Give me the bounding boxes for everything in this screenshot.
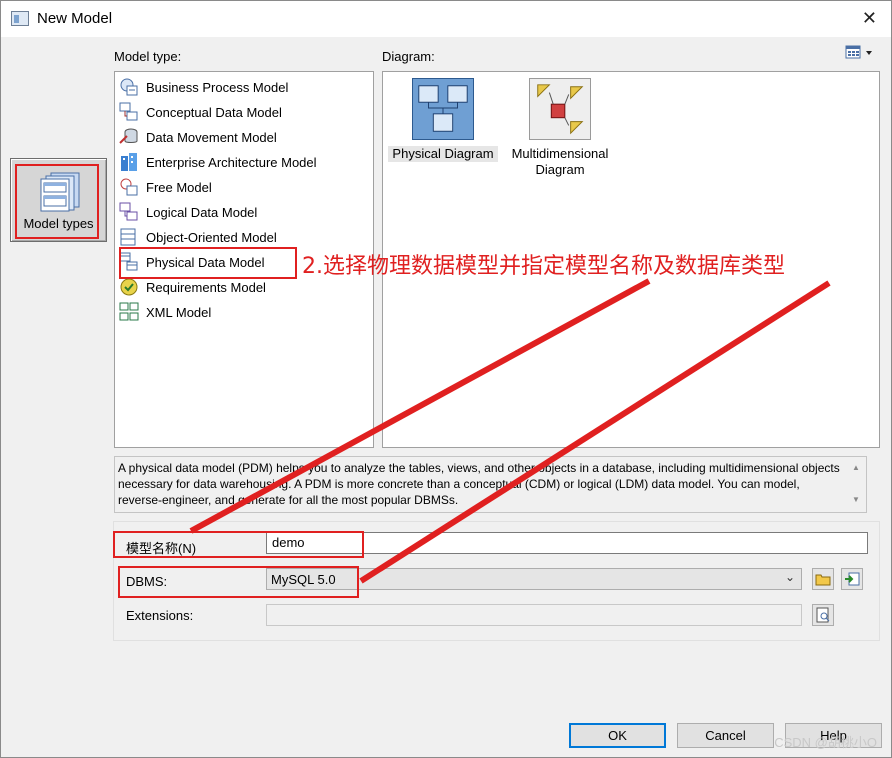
model-types-label: Model types [23,216,94,231]
folder-icon [815,574,831,586]
new-model-dialog: New Model ✕ Model types Model type: Diag… [0,0,892,758]
dbms-selected-value: MySQL 5.0 [271,572,336,587]
scroll-down-icon[interactable]: ▼ [852,492,860,508]
description-text: A physical data model (PDM) helps you to… [118,461,840,507]
chevron-down-icon: ⌄ [784,570,795,584]
model-types-sidebar-button[interactable]: Model types [10,158,107,242]
description-scrollbar[interactable]: ▲ ▼ [852,460,863,508]
oom-icon [120,228,136,246]
extensions-label: Extensions: [126,608,194,623]
cancel-button[interactable]: Cancel [677,723,774,748]
model-types-icon [40,172,80,212]
bpm-icon [120,78,138,96]
free-model-icon [120,178,138,196]
model-type-heading: Model type: [114,49,182,64]
model-item-xml[interactable]: XML Model [119,300,369,324]
extensions-field[interactable] [266,604,802,626]
model-description: A physical data model (PDM) helps you to… [114,456,867,513]
view-mode-dropdown[interactable] [845,45,879,61]
select-file-icon [816,607,830,623]
title-bar: New Model ✕ [1,1,891,37]
diagram-label-physical: Physical Diagram [388,146,498,162]
model-item-logical-data[interactable]: Logical Data Model [119,200,369,224]
browse-dbms-button[interactable] [812,568,834,590]
ok-button[interactable]: OK [569,723,666,748]
pdm-icon [119,252,138,271]
dialog-title: New Model [37,10,113,27]
annotation-text: 2.选择物理数据模型并指定模型名称及数据库类型 [302,254,785,279]
diagram-item-physical[interactable]: Physical Diagram [388,78,498,162]
ldm-icon [119,202,138,221]
requirements-icon [120,278,138,296]
model-item-enterprise-architecture[interactable]: Enterprise Architecture Model [119,150,369,174]
close-button[interactable]: ✕ [862,8,877,29]
model-item-object-oriented[interactable]: Object-Oriented Model [119,225,369,249]
app-icon [11,11,29,26]
model-item-conceptual-data[interactable]: Conceptual Data Model [119,100,369,124]
dbms-label: DBMS: [126,574,168,589]
diagram-item-multidimensional[interactable]: Multidimensional Diagram [505,78,615,178]
import-dbms-button[interactable] [841,568,863,590]
model-name-label: 模型名称(N) [126,541,197,556]
grid-view-icon [845,45,872,59]
multidimensional-diagram-icon [529,78,591,140]
physical-diagram-icon [412,78,474,140]
watermark: CSDN @胡桃小O [774,735,877,750]
dmm-icon [119,128,138,144]
dbms-select[interactable]: MySQL 5.0 ⌄ [266,568,802,590]
eam-icon [121,153,137,171]
model-name-input[interactable]: demo [266,532,868,554]
xml-icon [119,302,139,321]
import-icon [845,572,860,586]
scroll-up-icon[interactable]: ▲ [852,460,860,476]
extensions-select-button[interactable] [812,604,834,626]
diagram-label-multidimensional: Multidimensional Diagram [511,146,609,177]
cdm-icon [119,102,138,121]
diagram-heading: Diagram: [382,49,435,64]
model-item-free-model[interactable]: Free Model [119,175,369,199]
model-item-data-movement[interactable]: Data Movement Model [119,125,369,149]
model-item-business-process[interactable]: Business Process Model [119,75,369,99]
